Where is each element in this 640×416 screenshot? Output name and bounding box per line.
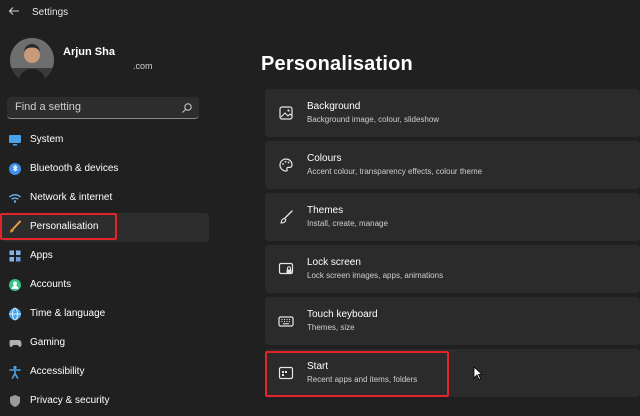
search-box[interactable] [7,97,199,119]
card-description: Accent colour, transparency effects, col… [307,167,483,176]
sidebar-item-accounts[interactable]: Accounts [2,271,209,300]
card-description: Lock screen images, apps, animations [307,271,444,280]
card-lock-screen[interactable]: Lock screen Lock screen images, apps, an… [265,245,640,293]
card-title: Background [307,101,361,112]
image-icon [278,105,294,121]
wifi-icon [8,191,22,205]
sidebar-nav: System Bluetooth & devices Network & int… [0,126,212,416]
app-title: Settings [32,7,69,18]
sidebar-item-label: Time & language [30,308,106,319]
search-input[interactable] [7,97,185,117]
page-title: Personalisation [261,53,413,75]
title-bar: Settings [0,0,640,28]
lock-screen-icon [278,261,294,277]
sidebar-item-label: Privacy & security [30,395,110,406]
sidebar-item-label: Bluetooth & devices [30,163,119,174]
card-title: Lock screen [307,257,361,268]
sidebar-item-system[interactable]: System [2,126,209,155]
start-highlight-box [265,351,449,397]
card-colours[interactable]: Colours Accent colour, transparency effe… [265,141,640,189]
personalisation-highlight-box [0,213,117,240]
accessibility-icon [8,365,22,379]
sidebar-item-label: System [30,134,64,145]
search-icon[interactable] [181,101,193,113]
sidebar-item-label: Accounts [30,279,72,290]
card-description: Background image, colour, slideshow [307,115,440,124]
card-title: Themes [307,205,344,216]
bluetooth-icon [8,162,22,176]
card-themes[interactable]: Themes Install, create, manage [265,193,640,241]
keyboard-icon [278,313,294,329]
card-title: Colours [307,153,342,164]
sidebar-item-label: Network & internet [30,192,113,203]
mouse-pointer-icon [473,366,484,381]
sidebar-item-network[interactable]: Network & internet [2,184,209,213]
avatar[interactable] [10,38,54,82]
sidebar-item-gaming[interactable]: Gaming [2,329,209,358]
sidebar-item-apps[interactable]: Apps [2,242,209,271]
brush-icon [278,209,294,225]
sidebar-item-bluetooth[interactable]: Bluetooth & devices [2,155,209,184]
card-description: Themes, size [307,323,355,332]
sidebar-item-time-language[interactable]: Time & language [2,300,209,329]
card-background[interactable]: Background Background image, colour, sli… [265,89,640,137]
sidebar-item-label: Apps [30,250,53,261]
shield-icon [8,394,22,408]
card-touch-keyboard[interactable]: Touch keyboard Themes, size [265,297,640,345]
gamepad-icon [8,336,22,350]
sidebar-item-accessibility[interactable]: Accessibility [2,358,209,387]
apps-icon [8,249,22,263]
card-title: Touch keyboard [307,309,378,320]
sidebar-item-privacy-security[interactable]: Privacy & security [2,387,209,416]
user-email: .com [133,61,153,71]
card-description: Install, create, manage [307,219,388,228]
back-arrow-icon[interactable] [6,5,22,21]
person-icon [8,278,22,292]
palette-icon [278,157,294,173]
globe-clock-icon [8,307,22,321]
sidebar-item-label: Accessibility [30,366,85,377]
sidebar-item-label: Gaming [30,337,66,348]
monitor-icon [8,133,22,147]
user-profile[interactable]: Arjun Sha .com [10,38,240,86]
user-name: Arjun Sha [63,46,115,58]
